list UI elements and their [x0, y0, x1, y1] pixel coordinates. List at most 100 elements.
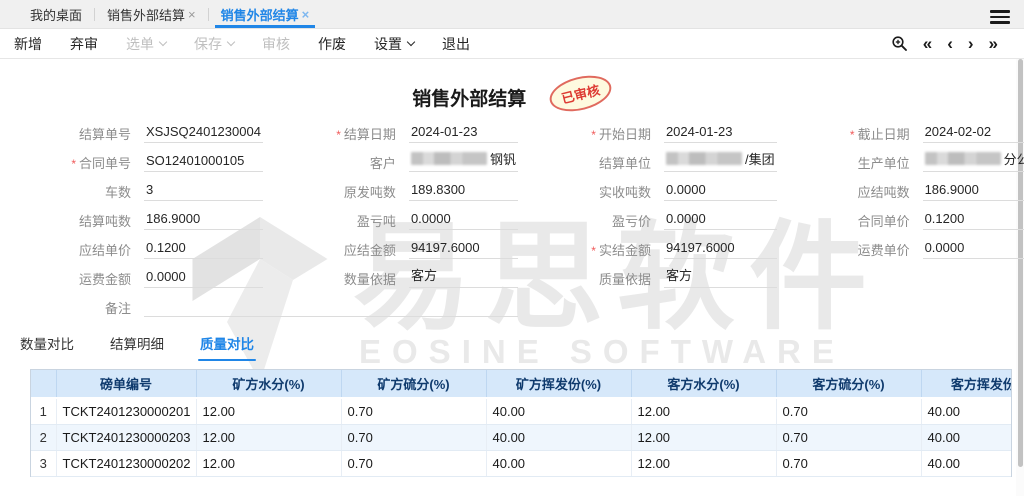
toolbar-button-弃审[interactable]: 弃审 — [70, 34, 98, 54]
zoom-icon[interactable] — [891, 35, 908, 52]
page-head: 销售外部结算 已审核 — [0, 59, 1024, 115]
column-header[interactable]: 客方水分(%) — [631, 370, 776, 398]
field-value[interactable]: 186.9000 — [144, 211, 263, 230]
table-cell: 40.00 — [921, 398, 1012, 424]
form-field: 运费金额0.0000 — [12, 266, 277, 288]
form-field: 结算单号XSJSQ2401230004 — [12, 121, 277, 143]
field-label-text: 开始日期 — [599, 127, 651, 142]
form-field: 结算单位/集团 — [532, 150, 791, 172]
row-number: 1 — [31, 398, 56, 424]
field-label: 车数 — [12, 182, 144, 201]
field-value[interactable]: 2024-02-02 — [923, 124, 1024, 143]
field-value[interactable]: 0.0000 — [144, 269, 263, 288]
first-page-icon[interactable]: « — [923, 35, 932, 52]
prev-page-icon[interactable]: ‹ — [947, 35, 953, 52]
field-value[interactable]: 0.0000 — [409, 211, 518, 230]
table-cell: 40.00 — [486, 424, 631, 450]
field-label-text: 应结吨数 — [858, 185, 910, 200]
field-label-text: 原发吨数 — [344, 185, 396, 200]
field-value[interactable]: 0.0000 — [664, 211, 777, 230]
field-value-text: 0.0000 — [411, 211, 451, 226]
field-value-text: 客方 — [666, 268, 692, 283]
column-header[interactable]: 客方硫分(%) — [776, 370, 921, 398]
form-field: 数量依据客方 — [277, 266, 532, 288]
field-value[interactable]: 186.9000 — [923, 182, 1024, 201]
field-value[interactable]: 客方 — [664, 265, 777, 288]
window-tab-label: 销售外部结算 — [107, 5, 185, 24]
field-value[interactable]: 2024-01-23 — [409, 124, 518, 143]
field-value[interactable]: 0.1200 — [923, 211, 1024, 230]
table-cell: 0.70 — [776, 398, 921, 424]
field-value[interactable]: 94197.6000 — [664, 240, 777, 259]
redacted-text — [411, 152, 487, 165]
field-value[interactable]: 3 — [144, 182, 263, 201]
field-value-text: 2024-02-02 — [925, 124, 992, 139]
detail-tab-数量对比[interactable]: 数量对比 — [20, 333, 74, 361]
window-tabbar: 我的桌面销售外部结算×销售外部结算× — [0, 0, 1024, 29]
field-value-text: 客方 — [411, 268, 437, 283]
field-label-text: 实结金额 — [599, 243, 651, 258]
toolbar-button-退出[interactable]: 退出 — [442, 34, 470, 54]
field-label-text: 结算吨数 — [79, 214, 131, 229]
field-value[interactable]: /集团 — [664, 149, 777, 172]
required-asterisk: * — [71, 157, 76, 171]
toolbar-buttons: 新增弃审选单保存审核作废设置退出 — [14, 34, 498, 54]
table-cell: 40.00 — [486, 450, 631, 476]
window-tab[interactable]: 销售外部结算× — [95, 0, 208, 28]
toolbar: 新增弃审选单保存审核作废设置退出 « ‹ › » — [0, 29, 1024, 59]
column-header[interactable]: 客方挥发份(%) — [921, 370, 1012, 398]
field-value[interactable]: 0.1200 — [144, 240, 263, 259]
toolbar-button-label: 设置 — [374, 34, 402, 54]
column-header[interactable]: 磅单编号 — [56, 370, 196, 398]
detail-tab-质量对比[interactable]: 质量对比 — [200, 333, 254, 361]
row-number: 3 — [31, 450, 56, 476]
field-label: 结算单号 — [12, 124, 144, 143]
redacted-text — [666, 152, 742, 165]
close-tab-icon[interactable]: × — [302, 7, 310, 22]
table-cell: 40.00 — [921, 424, 1012, 450]
field-value[interactable]: 94197.6000 — [409, 240, 518, 259]
table-row[interactable]: 1TCKT240123000020112.000.7040.0012.000.7… — [31, 398, 1012, 424]
field-label: 盈亏吨 — [277, 211, 409, 230]
field-label: 实收吨数 — [532, 182, 664, 201]
field-value[interactable]: 客方 — [409, 265, 518, 288]
field-value-text: 94197.6000 — [411, 240, 480, 255]
last-page-icon[interactable]: » — [989, 35, 998, 52]
toolbar-button-作废[interactable]: 作废 — [318, 34, 346, 54]
window-tab-active[interactable]: 销售外部结算× — [209, 0, 322, 28]
chevron-down-icon — [227, 38, 235, 46]
field-value[interactable]: 2024-01-23 — [664, 124, 777, 143]
toolbar-button-label: 新增 — [14, 34, 42, 54]
table-cell: 12.00 — [631, 424, 776, 450]
field-value[interactable]: XSJSQ2401230004 — [144, 124, 263, 143]
field-value-text: 0.0000 — [925, 240, 965, 255]
field-value[interactable]: 0.0000 — [664, 182, 777, 201]
form-field: 合同单价0.1200 — [791, 208, 1024, 230]
column-header[interactable] — [31, 370, 56, 398]
field-value-text: 0.0000 — [146, 269, 186, 284]
table-row[interactable]: 3TCKT240123000020212.000.7040.0012.000.7… — [31, 450, 1012, 476]
form-field: 客户钢钒 — [277, 150, 532, 172]
window-tab[interactable]: 我的桌面 — [18, 0, 94, 28]
table-cell: 12.00 — [196, 450, 341, 476]
field-value[interactable]: 钢钒 — [409, 149, 518, 172]
column-header[interactable]: 矿方水分(%) — [196, 370, 341, 398]
toolbar-button-新增[interactable]: 新增 — [14, 34, 42, 54]
column-header[interactable]: 矿方挥发份(%) — [486, 370, 631, 398]
close-tab-icon[interactable]: × — [188, 7, 196, 22]
field-value-text: 186.9000 — [925, 182, 979, 197]
field-value[interactable]: SO12401000105 — [144, 153, 263, 172]
toolbar-nav: « ‹ › » — [891, 35, 998, 52]
field-value-text: /集团 — [745, 152, 775, 167]
next-page-icon[interactable]: › — [968, 35, 974, 52]
hamburger-menu-icon[interactable] — [990, 7, 1010, 27]
column-header[interactable]: 矿方硫分(%) — [341, 370, 486, 398]
field-value[interactable]: 189.8300 — [409, 182, 518, 201]
detail-tab-结算明细[interactable]: 结算明细 — [110, 333, 164, 361]
table-row[interactable]: 2TCKT240123000020312.000.7040.0012.000.7… — [31, 424, 1012, 450]
field-value[interactable]: 0.0000 — [923, 240, 1024, 259]
toolbar-button-设置[interactable]: 设置 — [374, 34, 414, 54]
field-value-text: 0.1200 — [146, 240, 186, 255]
field-value[interactable]: 分公司 — [923, 149, 1024, 172]
approved-stamp: 已审核 — [546, 70, 615, 117]
